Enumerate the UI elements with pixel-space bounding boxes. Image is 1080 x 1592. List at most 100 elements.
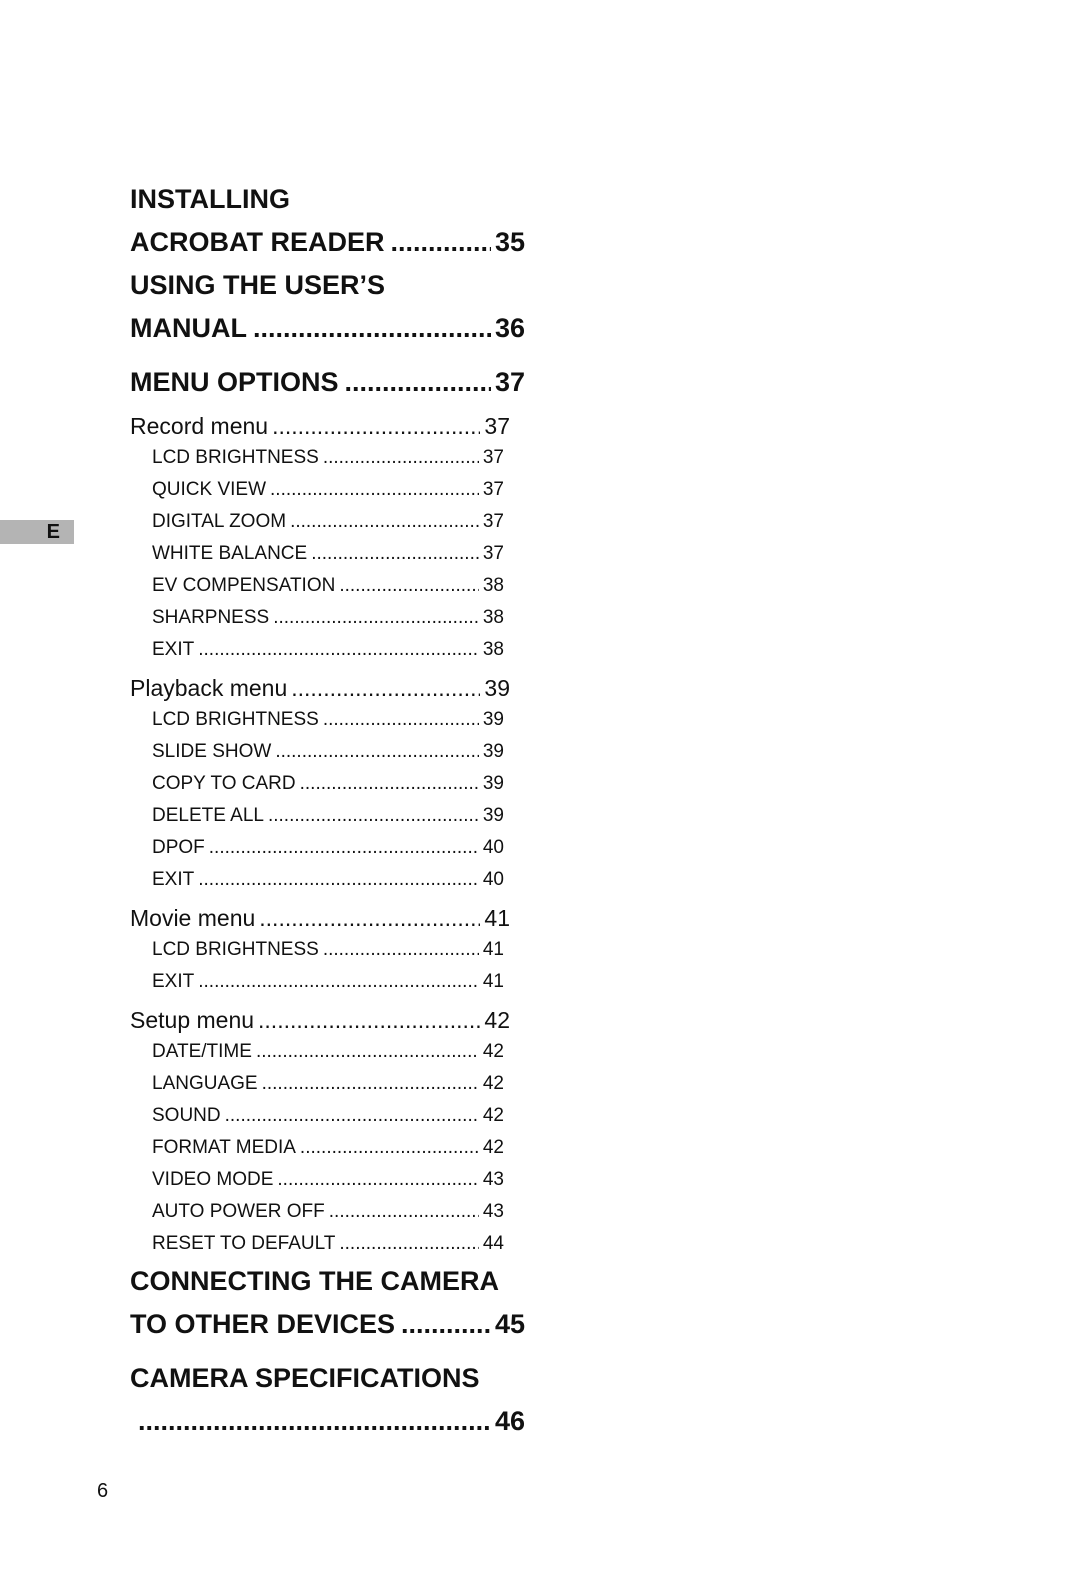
toc-leader-dots [272, 410, 480, 442]
toc-leader-dots [323, 442, 479, 474]
toc-entry-page: 37 [482, 511, 504, 532]
toc-entry-title: DATE/TIME [152, 1041, 252, 1062]
toc-entry-page: 46 [494, 1406, 525, 1436]
toc-entry: Movie menu 41 [130, 902, 510, 934]
toc-leader-dots [391, 221, 491, 264]
toc-entry-title: EXIT [152, 869, 195, 890]
toc-entry-page: 41 [484, 905, 510, 931]
toc-leader-dots [225, 1100, 479, 1132]
toc-entry-title: USING THE USER’S [130, 270, 386, 300]
toc-entry-title: LCD BRIGHTNESS [152, 447, 319, 468]
toc-entry-title: MENU OPTIONS [130, 367, 339, 397]
toc-entry-title: LCD BRIGHTNESS [152, 939, 319, 960]
toc-entry-title: COPY TO CARD [152, 773, 296, 794]
toc-entry-page: 42 [482, 1137, 504, 1158]
toc-entry: 46 [130, 1400, 525, 1443]
toc-entry-page: 38 [482, 639, 504, 660]
toc-leader-dots [300, 1132, 479, 1164]
toc-entry-page: 39 [482, 773, 504, 794]
toc-entry-page: 41 [482, 939, 504, 960]
page-number: 6 [97, 1480, 109, 1502]
toc-leader-dots [401, 1303, 491, 1346]
toc-leader-dots [198, 966, 479, 998]
toc-entry: WHITE BALANCE 37 [130, 538, 504, 570]
toc-leader-dots [291, 672, 480, 704]
toc-leader-dots [198, 634, 479, 666]
toc-entry: CONNECTING THE CAMERA [130, 1260, 525, 1303]
toc-entry-page: 37 [484, 413, 510, 439]
toc-leader-dots [300, 768, 479, 800]
toc-entry-page: 38 [482, 607, 504, 628]
toc-leader-dots [258, 1004, 480, 1036]
toc-entry: QUICK VIEW 37 [130, 474, 504, 506]
toc-leader-dots [262, 1068, 479, 1100]
toc-entry-title: EXIT [152, 639, 195, 660]
toc-entry-page: 37 [482, 543, 504, 564]
toc-entry: Record menu 37 [130, 410, 510, 442]
toc-entry-title: ACROBAT READER [130, 227, 385, 257]
toc-entry-page: 41 [482, 971, 504, 992]
toc-entry-page: 40 [482, 837, 504, 858]
toc-entry: EXIT 40 [130, 864, 504, 896]
toc-entry-title: INSTALLING [130, 184, 290, 214]
toc-entry: ACROBAT READER 35 [130, 221, 525, 264]
toc-entry: MENU OPTIONS 37 [130, 361, 525, 404]
toc-entry: LCD BRIGHTNESS 37 [130, 442, 504, 474]
toc-entry-page: 42 [482, 1073, 504, 1094]
toc-entry-page: 45 [494, 1309, 525, 1339]
toc-entry-page: 42 [482, 1041, 504, 1062]
toc-leader-dots [311, 538, 479, 570]
toc-leader-dots [277, 1164, 478, 1196]
toc-entry: EV COMPENSATION 38 [130, 570, 504, 602]
toc-entry-title: DELETE ALL [152, 805, 264, 826]
toc-entry-title: MANUAL [130, 313, 247, 343]
toc-entry-page: 39 [482, 709, 504, 730]
toc-entry: CAMERA SPECIFICATIONS [130, 1357, 525, 1400]
toc-leader-dots [273, 602, 479, 634]
toc-entry-title: LCD BRIGHTNESS [152, 709, 319, 730]
toc-entry-title: EV COMPENSATION [152, 575, 336, 596]
toc-leader-dots [256, 1036, 479, 1068]
toc-entry-page: 39 [484, 675, 510, 701]
toc-entry-page: 42 [482, 1105, 504, 1126]
toc-leader-dots [253, 307, 491, 350]
toc-entry: DPOF 40 [130, 832, 504, 864]
toc-entry-title: Movie menu [130, 905, 256, 931]
toc-entry-page: 36 [494, 313, 525, 343]
toc-entry: DELETE ALL 39 [130, 800, 504, 832]
toc-entry-page: 37 [482, 479, 504, 500]
toc-entry-page: 35 [494, 227, 525, 257]
toc-leader-dots [329, 1196, 479, 1228]
toc-entry-title: DPOF [152, 837, 205, 858]
toc-entry: INSTALLING [130, 178, 525, 221]
toc-leader-dots [345, 361, 491, 404]
toc-entry-title: SOUND [152, 1105, 221, 1126]
toc-entry: SLIDE SHOW 39 [130, 736, 504, 768]
toc-entry: LCD BRIGHTNESS 39 [130, 704, 504, 736]
toc-entry: EXIT 38 [130, 634, 504, 666]
toc-entry: FORMAT MEDIA 42 [130, 1132, 504, 1164]
toc-leader-dots [323, 704, 479, 736]
toc-entry-page: 37 [482, 447, 504, 468]
toc-entry-page: 44 [482, 1233, 504, 1254]
toc-leader-dots [198, 864, 479, 896]
toc-entry-page: 43 [482, 1201, 504, 1222]
toc-entry-title: EXIT [152, 971, 195, 992]
toc-entry-title: CONNECTING THE CAMERA [130, 1266, 499, 1296]
toc-leader-dots [270, 474, 479, 506]
toc-entry: MANUAL 36 [130, 307, 525, 350]
language-tab-label: E [46, 521, 60, 543]
toc-entry: VIDEO MODE 43 [130, 1164, 504, 1196]
toc-entry: SHARPNESS 38 [130, 602, 504, 634]
toc-entry-page: 37 [494, 367, 525, 397]
toc-leader-dots [138, 1400, 491, 1443]
toc-entry-page: 43 [482, 1169, 504, 1190]
toc-leader-dots [275, 736, 479, 768]
toc-entry-title: Setup menu [130, 1007, 255, 1033]
toc-entry-title: SHARPNESS [152, 607, 270, 628]
toc-entry-page: 38 [482, 575, 504, 596]
toc-entry-title: RESET TO DEFAULT [152, 1233, 336, 1254]
toc-leader-dots [209, 832, 479, 864]
toc-entry-title: FORMAT MEDIA [152, 1137, 296, 1158]
toc-entry: TO OTHER DEVICES 45 [130, 1303, 525, 1346]
